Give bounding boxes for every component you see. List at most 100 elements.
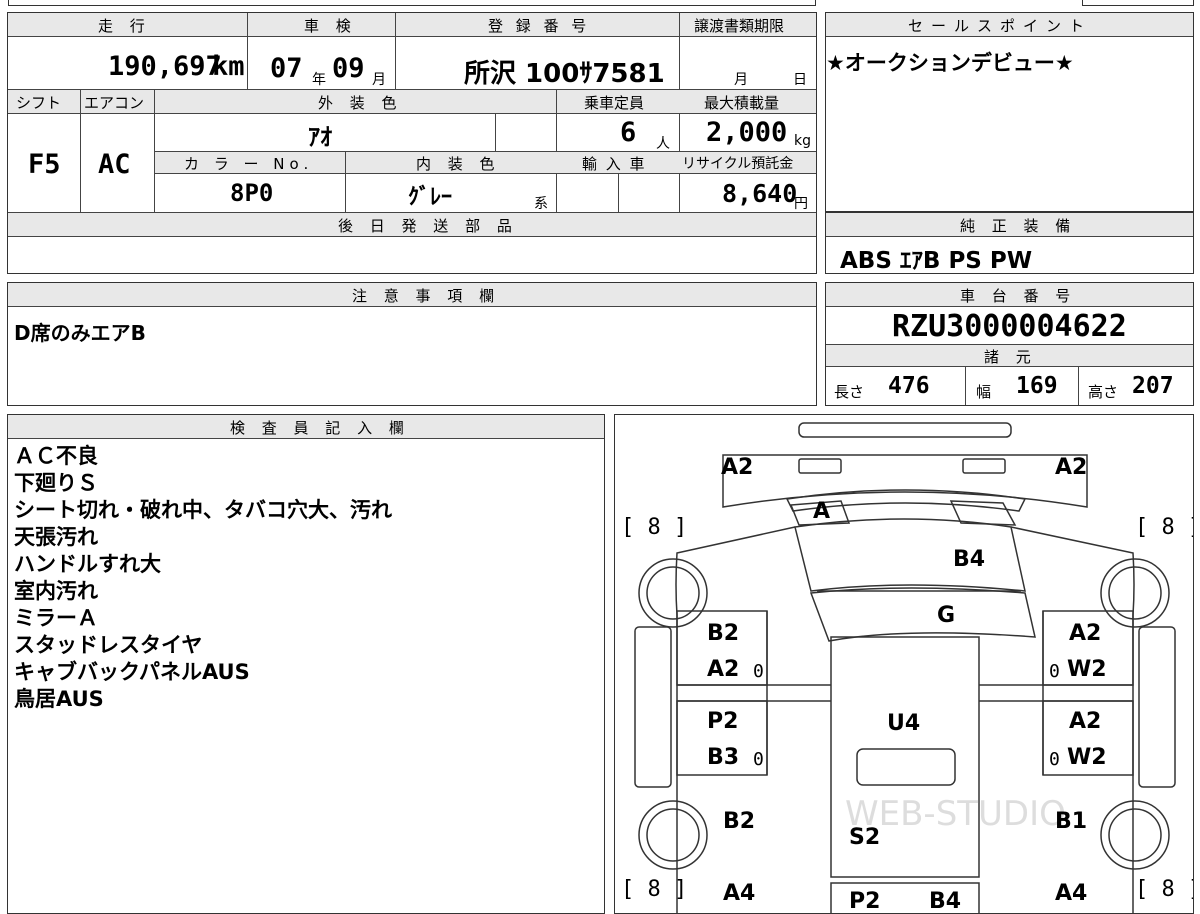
damage-windshield: A — [813, 499, 831, 524]
transfer-day-unit: 日 — [793, 72, 807, 88]
notes-panel: 注 意 事 項 欄 D席のみエアB — [7, 282, 817, 406]
damage-rear-bottom-right: A4 — [1055, 881, 1088, 906]
equipment-value: ABS ｴｱB PS PW — [840, 248, 1033, 274]
ac-label: エアコン — [84, 94, 145, 112]
damage-right-rear-door-2: W2 — [1067, 745, 1107, 770]
shift-label: シフト — [16, 94, 62, 112]
damage-diagram-panel: WEB-STUDIO [ 8 ] [ 8 ] [ 8 ] [ 8 ] A2 A2… — [614, 414, 1194, 914]
vehicle-info-panel: 走 行 車 検 登 録 番 号 譲渡書類期限 190,697 km 07 年 0… — [7, 12, 817, 274]
damage-rear-left: B2 — [723, 809, 756, 834]
zero-mark: 0 — [753, 749, 764, 770]
equipment-panel: 純 正 装 備 ABS ｴｱB PS PW — [825, 212, 1194, 274]
damage-roof-front: B4 — [953, 547, 986, 572]
mileage-unit: km — [212, 51, 245, 82]
color-no-value: 8P0 — [230, 179, 274, 207]
damage-left-rear-door-1: P2 — [707, 709, 739, 734]
ac-value: AC — [98, 149, 131, 180]
registration-number: 所沢 100ｻ7581 — [464, 59, 665, 89]
front-right-wheel — [1100, 558, 1170, 628]
exterior-color-label: 外 装 色 — [318, 94, 403, 112]
notes-value: D席のみエアB — [14, 321, 146, 345]
zero-mark: 0 — [1049, 749, 1060, 770]
equipment-label: 純 正 装 備 — [960, 217, 1077, 235]
damage-rear-bottom-left: A4 — [723, 881, 756, 906]
front-left-wheel — [638, 558, 708, 628]
damage-tail-2: B4 — [929, 889, 962, 914]
sales-point-panel: セールスポイント ★オークションデビュー★ — [825, 12, 1194, 212]
chassis-panel: 車 台 番 号 RZU3000004622 諸 元 長さ 476 幅 169 高… — [825, 282, 1194, 406]
damage-tail-1: P2 — [849, 889, 881, 914]
recycle-deposit-value: 8,640 — [722, 179, 798, 208]
inspector-notes-list: ＡＣ不良 下廻りＳ シート切れ・破れ中、タバコ穴大、汚れ 天張汚れ ハンドルすれ… — [14, 443, 392, 713]
tire-mark-rear-right: [ 8 ] — [1135, 877, 1193, 902]
damage-right-rear-door-1: A2 — [1069, 709, 1102, 734]
damage-front-right: A2 — [1055, 455, 1088, 480]
inspector-panel: 検 査 員 記 入 欄 ＡＣ不良 下廻りＳ シート切れ・破れ中、タバコ穴大、汚れ… — [7, 414, 605, 914]
mileage-value: 190,697 — [108, 51, 222, 82]
inspector-note: 下廻りＳ — [14, 471, 98, 495]
interior-color-value: ｸﾞﾚｰ — [408, 185, 453, 210]
inspector-note: スタッドレスタイヤ — [14, 633, 203, 657]
color-no-label: カ ラ ー No. — [184, 155, 314, 173]
inspector-note: 鳥居AUS — [14, 687, 104, 711]
damage-left-rear-door-2: B3 — [707, 745, 740, 770]
dimensions-label: 諸 元 — [984, 348, 1037, 366]
right-step — [1138, 626, 1176, 788]
rear-left-wheel — [638, 800, 708, 870]
height-label: 高さ — [1088, 383, 1119, 401]
inspection-label: 車 検 — [304, 17, 357, 35]
damage-cargo-center: U4 — [887, 711, 921, 736]
cargo-window — [856, 748, 956, 786]
inspector-label: 検 査 員 記 入 欄 — [230, 419, 410, 437]
inspector-note: ＡＣ不良 — [14, 444, 98, 468]
tire-mark-front-right: [ 8 ] — [1135, 515, 1193, 540]
sales-point-value: ★オークションデビュー★ — [826, 51, 1074, 75]
max-load-label: 最大積載量 — [704, 94, 780, 112]
inspection-year: 07 — [270, 53, 303, 84]
exterior-color-value: ｱｵ — [308, 123, 332, 151]
top-remnant-right — [1082, 0, 1194, 6]
capacity-unit: 人 — [656, 136, 670, 152]
inspection-month: 09 — [332, 53, 365, 84]
transfer-deadline-label: 譲渡書類期限 — [694, 17, 785, 35]
chassis-label: 車 台 番 号 — [960, 287, 1077, 305]
shift-value: F5 — [28, 149, 61, 180]
notes-label: 注 意 事 項 欄 — [352, 287, 501, 305]
inspector-note: ミラーＡ — [14, 606, 98, 630]
zero-mark: 0 — [753, 661, 764, 682]
damage-right-front-door-2: W2 — [1067, 657, 1107, 682]
inspector-note: キャブバックパネルAUS — [14, 660, 250, 684]
damage-right-front-door-1: A2 — [1069, 621, 1102, 646]
width-value: 169 — [1016, 373, 1058, 399]
inspection-month-unit: 月 — [372, 72, 386, 88]
inspector-note: 室内汚れ — [14, 579, 98, 603]
zero-mark: 0 — [1049, 661, 1060, 682]
height-value: 207 — [1132, 373, 1174, 399]
cab-roof — [794, 518, 1026, 592]
headlight-right — [962, 458, 1006, 474]
max-load-unit: kg — [794, 133, 811, 149]
length-value: 476 — [888, 373, 930, 399]
registration-label: 登 録 番 号 — [488, 17, 591, 35]
sales-point-label: セールスポイント — [908, 17, 1093, 35]
cab-front — [722, 454, 1088, 508]
inspector-note: シート切れ・破れ中、タバコ穴大、汚れ — [14, 498, 392, 522]
left-step — [634, 626, 672, 788]
tire-mark-front-left: [ 8 ] — [621, 515, 688, 540]
length-label: 長さ — [834, 383, 865, 401]
damage-roof-mid: G — [937, 603, 956, 628]
inspector-note: 天張汚れ — [14, 525, 98, 549]
cab-rear — [809, 587, 1036, 642]
headlight-left — [798, 458, 842, 474]
damage-rear-right: B1 — [1055, 809, 1088, 834]
recycle-deposit-unit: 円 — [794, 196, 808, 212]
interior-color-unit: 系 — [534, 196, 548, 212]
tire-mark-rear-left: [ 8 ] — [621, 877, 688, 902]
inspector-note: ハンドルすれ大 — [14, 552, 161, 576]
later-parts-label: 後 日 発 送 部 品 — [338, 217, 518, 235]
recycle-deposit-label: リサイクル預託金 — [682, 156, 794, 172]
transfer-month-unit: 月 — [734, 72, 748, 88]
damage-front-left: A2 — [721, 455, 754, 480]
damage-left-front-door-1: B2 — [707, 621, 740, 646]
chassis-number: RZU3000004622 — [892, 309, 1127, 344]
